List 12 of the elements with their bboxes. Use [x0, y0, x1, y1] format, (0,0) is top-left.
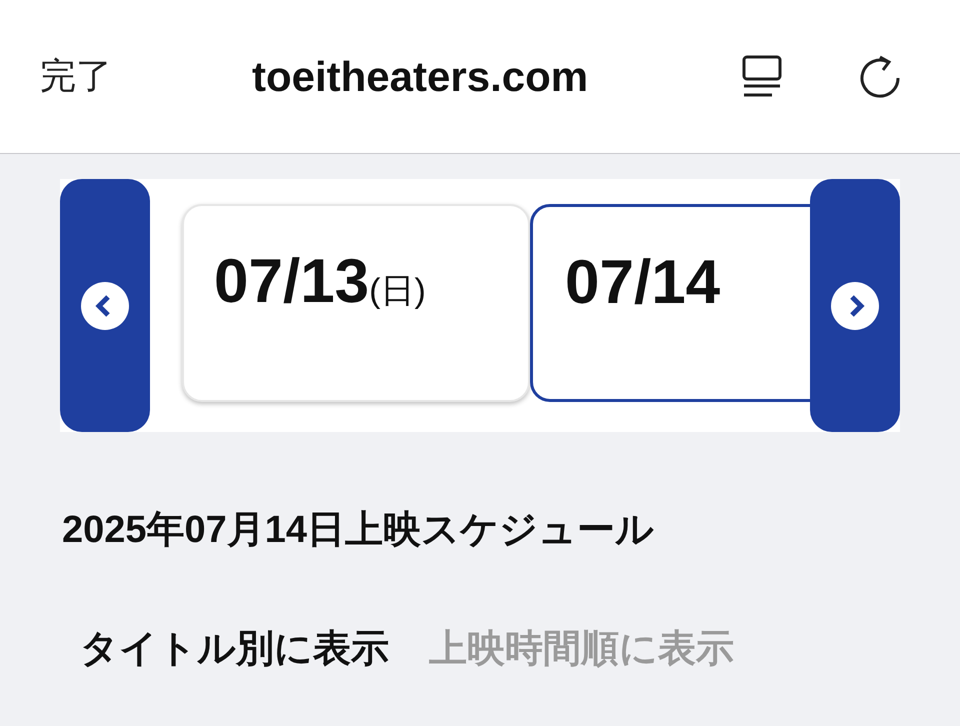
date-label: 07/14 — [565, 248, 720, 317]
done-button[interactable]: 完了 — [40, 52, 112, 101]
next-button[interactable] — [810, 179, 900, 432]
date-card[interactable]: 07/13(日) — [182, 204, 530, 402]
date-card[interactable]: 07/14 — [530, 204, 810, 402]
chevron-right-icon — [831, 282, 879, 330]
schedule-heading: 2025年07月14日上映スケジュール — [62, 508, 656, 553]
previous-button[interactable] — [60, 179, 150, 432]
date-label: 07/13(日) — [214, 247, 426, 316]
site-address: toeitheaters.com — [252, 52, 590, 100]
view-tab[interactable]: タイトル別に表示 — [80, 623, 389, 674]
chevron-left-icon — [81, 282, 129, 330]
